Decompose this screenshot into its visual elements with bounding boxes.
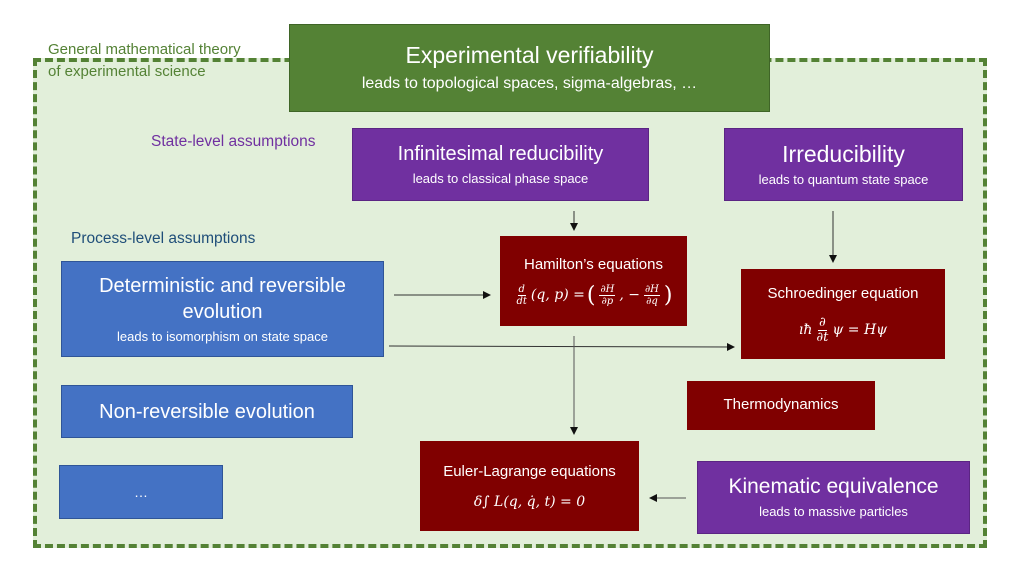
arrow-deterministic-to-schroedinger [388, 342, 735, 351]
arrows-layer [388, 211, 837, 502]
